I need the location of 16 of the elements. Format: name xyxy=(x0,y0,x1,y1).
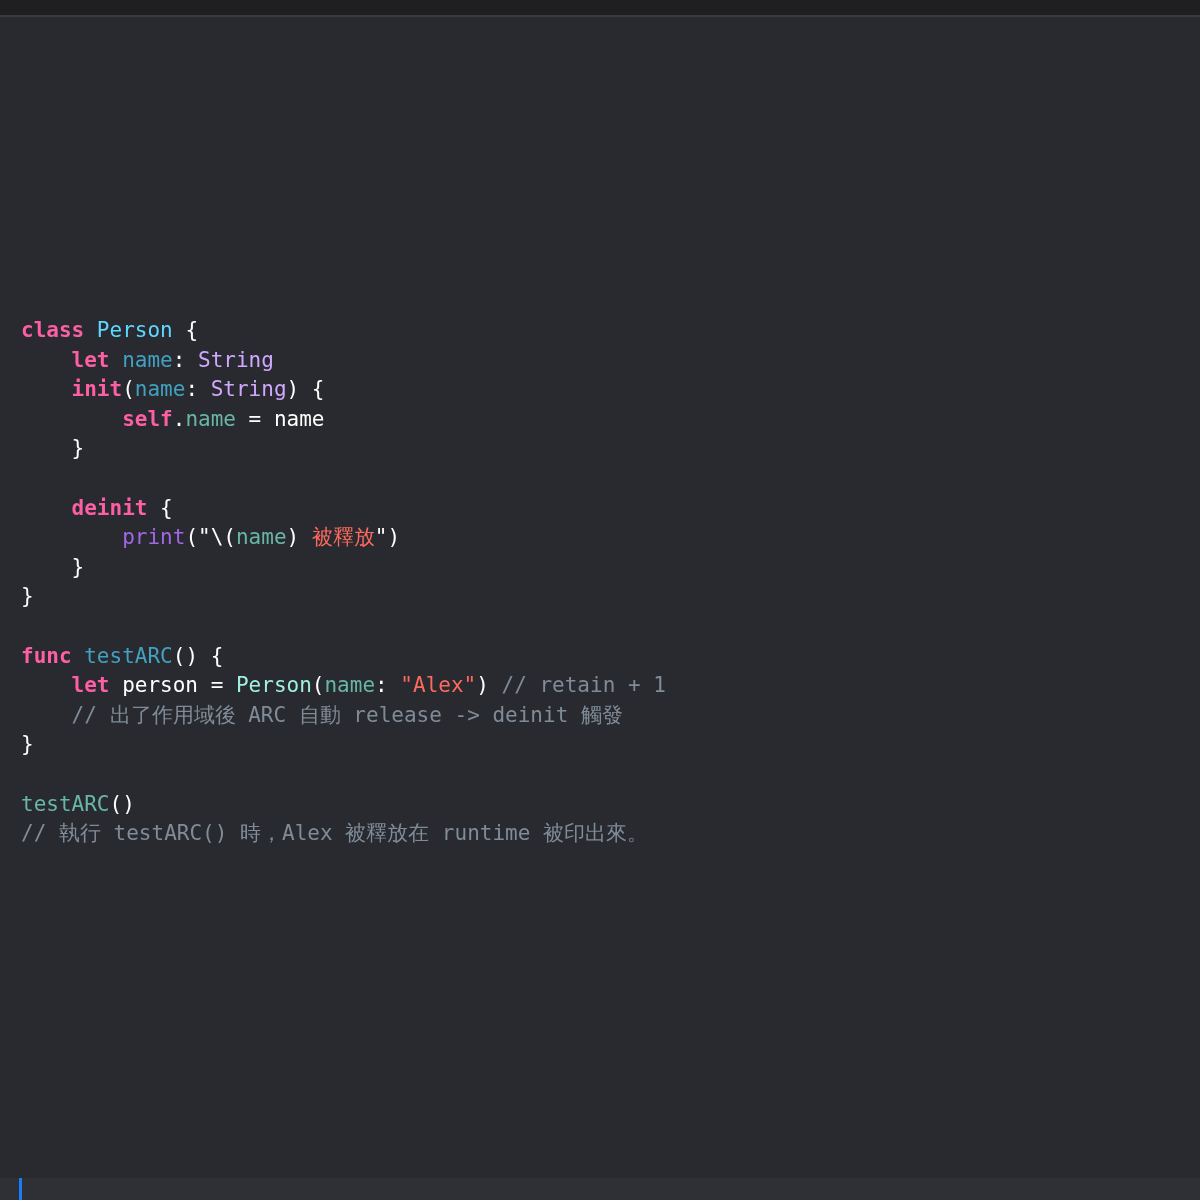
code-line: // 執行 testARC() 時，Alex 被釋放在 runtime 被印出來。 xyxy=(21,820,648,848)
code-line: deinit { xyxy=(70,494,173,522)
code-line: // 出了作用域後 ARC 自動 release -> deinit 觸發 xyxy=(70,701,623,729)
code-line: print("\(name) 被釋放") xyxy=(121,524,401,552)
text-cursor xyxy=(19,1178,22,1200)
code-line: testARC() xyxy=(21,790,135,818)
code-line: func testARC() { xyxy=(21,642,224,670)
code-line: } xyxy=(21,731,34,759)
code-line: let person = Person(name: "Alex") // retain + 1 xyxy=(70,672,666,700)
code-line: let name: String xyxy=(70,346,274,374)
code-line: } xyxy=(70,553,85,581)
code-line: } xyxy=(21,583,34,611)
code-line: init(name: String) { xyxy=(70,376,325,404)
code-line: self.name = name xyxy=(121,405,325,433)
code-line: class Person { xyxy=(21,317,199,344)
code-line: } xyxy=(70,435,85,463)
